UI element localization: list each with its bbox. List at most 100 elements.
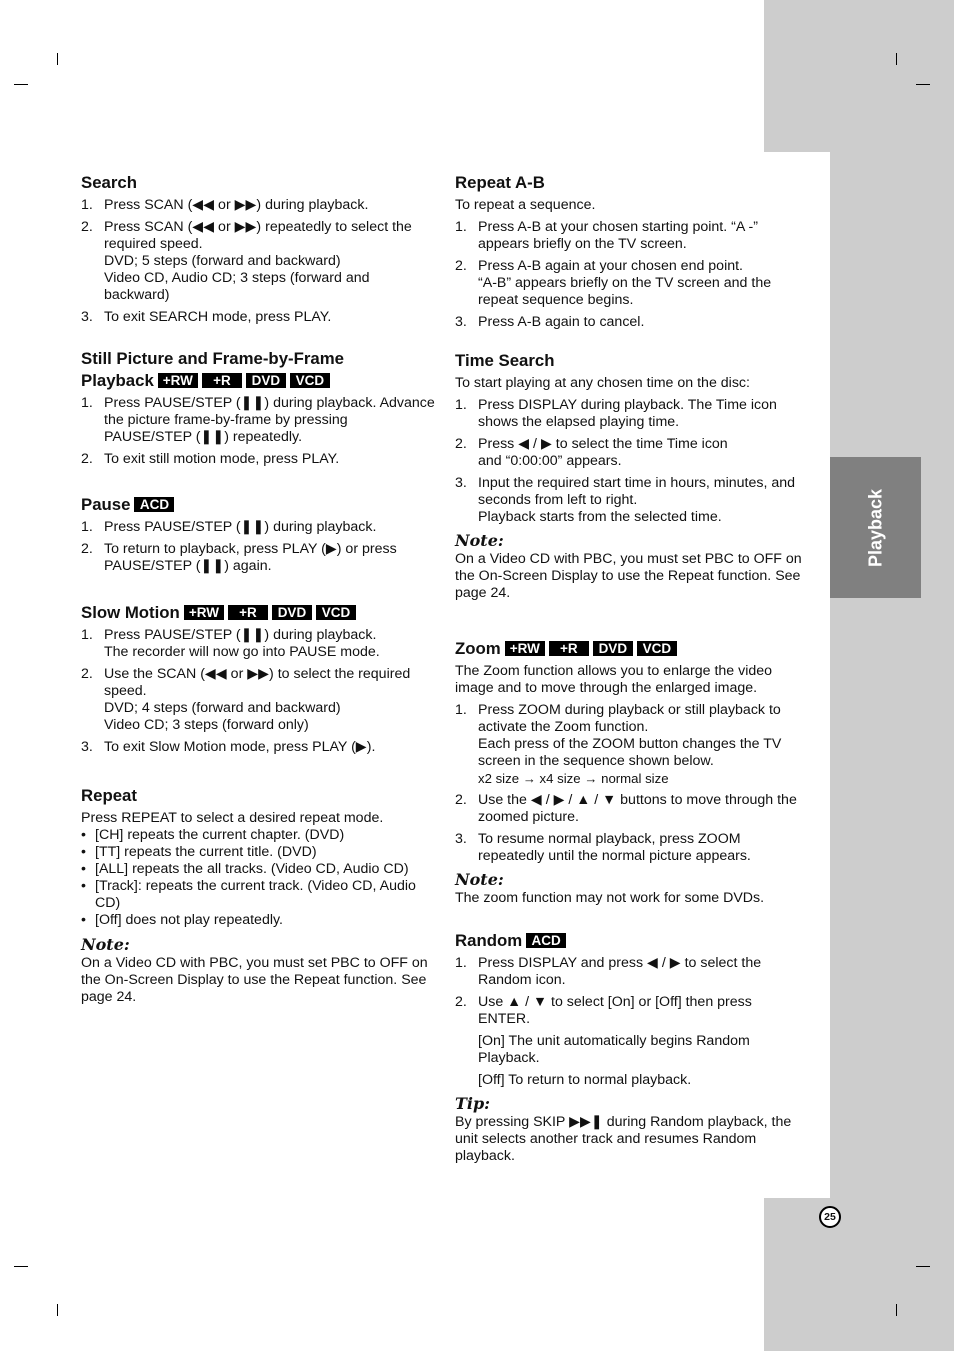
step-number: 1. [455,397,467,413]
section-tab-playback: Playback [830,457,921,598]
step-text: Press A-B at your chosen starting point.… [478,219,758,252]
crop-mark [916,1266,930,1267]
note-text: On a Video CD with PBC, you must set PBC… [81,955,428,1005]
step-item: 2. Press A-B again at your chosen end poi… [455,258,807,309]
step-text: Each press of the ZOOM button changes th… [478,736,782,769]
crop-mark [896,1304,897,1316]
crop-mark [896,53,897,65]
steps-list: 1. Press DISPLAY and press ◀ / ▶ to selec… [455,955,807,1089]
step-text: Use the SCAN (◀◀ or ▶▶) to select the re… [104,666,411,699]
disc-type-badge: DVD [592,641,633,656]
section-intro: Press REPEAT to select a desired repeat … [81,810,384,826]
step-item: 1. Press PAUSE/STEP (❚❚) during playback.… [81,395,437,446]
section-title: Time Search [455,351,555,370]
disc-type-badge: +R [227,605,268,620]
step-number: 2. [455,258,467,274]
step-text: To exit Slow Motion mode, press PLAY (▶)… [104,739,376,755]
step-text: Press PAUSE/STEP (❚❚) during playback. [104,519,377,535]
section-search: Search 1. Press SCAN (◀◀ or ▶▶) during pl… [81,172,437,348]
step-item: 1. Press DISPLAY during playback. The Tim… [455,397,807,431]
step-item: 3. To exit Slow Motion mode, press PLAY (… [81,739,437,756]
step-number: 2. [455,436,467,452]
step-item: 2. To exit still motion mode, press PLAY. [81,451,437,468]
crop-mark [14,84,28,85]
step-item: 2. Press SCAN (◀◀ or ▶▶) repeatedly to se… [81,219,437,304]
step-text: Press A-B again at your chosen end point… [478,258,743,274]
left-column: Search 1. Press SCAN (◀◀ or ▶▶) during pl… [81,172,437,1006]
section-intro: To start playing at any chosen time on t… [455,375,750,391]
step-text: Use the ◀ / ▶ / ▲ / ▼ buttons to move th… [478,792,797,825]
zoom-sequence: x2 size → x4 size → normal size [478,771,669,786]
section-title: Random ACD [455,930,807,952]
bullet-item: [ALL] repeats the all tracks. (Video CD,… [81,861,437,878]
step-item: 2. Use the ◀ / ▶ / ▲ / ▼ buttons to move … [455,792,807,826]
section-pause: Pause ACD 1. Press PAUSE/STEP (❚❚) during … [81,494,437,602]
right-column: Repeat A-B To repeat a sequence. 1. Press… [455,172,807,1165]
step-text: Playback starts from the selected time. [478,509,722,525]
steps-list: 1. Press PAUSE/STEP (❚❚) during playback.… [81,519,437,575]
note-label: Note: [81,935,130,954]
step-number: 1. [455,955,467,971]
section-intro: To repeat a sequence. [455,197,596,213]
crop-mark [916,84,930,85]
step-number: 1. [81,197,93,213]
bullet-item: [Track]: repeats the current track. (Vid… [81,878,437,912]
step-text: The recorder will now go into PAUSE mode… [104,644,380,660]
step-text: Press ◀ / ▶ to select the time Time icon [478,436,728,452]
step-number: 2. [455,792,467,808]
disc-type-badge: ACD [526,933,567,948]
step-number: 2. [81,666,93,682]
section-repeat: Repeat Press REPEAT to select a desired … [81,785,437,1006]
step-number: 1. [81,395,93,411]
steps-list: 1. Press DISPLAY during playback. The Tim… [455,397,807,526]
disc-type-badge: +RW [157,373,198,388]
step-text: Press PAUSE/STEP (❚❚) during playback. A… [104,395,435,445]
disc-type-badge: +RW [183,605,224,620]
disc-type-badge: DVD [271,605,312,620]
step-number: 3. [455,314,467,330]
step-text: To exit SEARCH mode, press PLAY. [104,309,332,325]
step-number: 1. [455,219,467,235]
note-text: The zoom function may not work for some … [455,890,765,906]
step-text: Press DISPLAY and press ◀ / ▶ to select … [478,955,762,988]
step-item: 2. Use the SCAN (◀◀ or ▶▶) to select the … [81,666,437,734]
step-item: 1. Press ZOOM during playback or still pl… [455,702,807,787]
step-text: DVD; 4 steps (forward and backward) [104,700,341,716]
margin-band-bottom [764,1198,954,1351]
step-item: 3. To resume normal playback, press ZOOM … [455,831,807,865]
step-number: 2. [455,994,467,1010]
step-number: 1. [81,519,93,535]
step-text: Press DISPLAY during playback. The Time … [478,397,777,430]
crop-mark [14,1266,28,1267]
steps-list: 1. Press PAUSE/STEP (❚❚) during playback.… [81,395,437,468]
disc-type-badge: +RW [504,641,545,656]
tip-label: Tip: [455,1094,491,1113]
step-text: Input the required start time in hours, … [478,475,796,508]
step-number: 3. [81,309,93,325]
step-text: “A-B” appears briefly on the TV screen a… [478,275,772,308]
step-text: and “0:00:00” appears. [478,453,622,469]
step-number: 2. [81,541,93,557]
section-time-search: Time Search To start playing at any chos… [455,350,807,638]
steps-list: 1. Press SCAN (◀◀ or ▶▶) during playback.… [81,197,437,326]
step-text: Video CD; 3 steps (forward only) [104,717,309,733]
section-title: Search [81,173,137,192]
step-item: 1. Press SCAN (◀◀ or ▶▶) during playback. [81,197,437,214]
section-slow-motion: Slow Motion +RW +R DVD VCD 1. Press PAUSE/STE… [81,602,437,785]
section-title: Still Picture and Frame-by-Frame Playbac… [81,349,344,390]
tip-text: By pressing SKIP ▶▶❚ during Random playb… [455,1114,792,1164]
step-text: To return to playback, press PLAY (▶) or… [104,541,397,574]
step-item: 3. Press A-B again to cancel. [455,314,807,331]
bullet-item: [TT] repeats the current title. (DVD) [81,844,437,861]
step-text: Press ZOOM during playback or still play… [478,702,781,735]
step-subtext: [On] The unit automatically begins Rando… [478,1033,750,1066]
disc-type-badge: VCD [636,641,677,656]
step-item: 3. Input the required start time in hours… [455,475,807,526]
section-tab-label: Playback [865,488,885,567]
section-title: Repeat A-B [455,173,545,192]
step-text: Press SCAN (◀◀ or ▶▶) during playback. [104,197,369,213]
bullet-item: [Off] does not play repeatedly. [81,912,437,929]
step-item: 3. To exit SEARCH mode, press PLAY. [81,309,437,326]
step-item: 1. Press A-B at your chosen starting poin… [455,219,807,253]
disc-type-badge: ACD [134,497,175,512]
